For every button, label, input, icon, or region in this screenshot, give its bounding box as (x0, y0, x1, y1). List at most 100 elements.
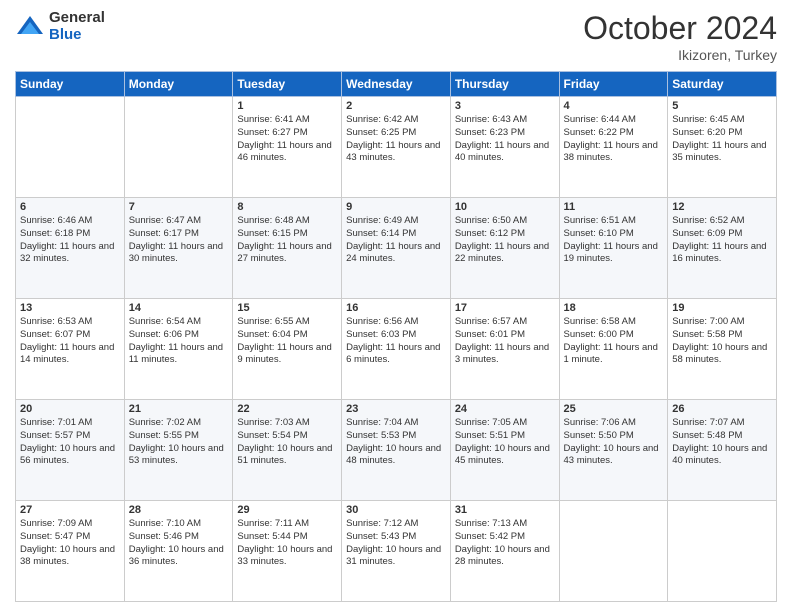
week-row-0: 1 Sunrise: 6:41 AM Sunset: 6:27 PM Daylig… (16, 97, 777, 198)
calendar-body: 1 Sunrise: 6:41 AM Sunset: 6:27 PM Daylig… (16, 97, 777, 602)
header-row: SundayMondayTuesdayWednesdayThursdayFrid… (16, 72, 777, 97)
day-info: Sunrise: 6:46 AM Sunset: 6:18 PM Dayligh… (20, 215, 120, 266)
day-info: Sunrise: 6:44 AM Sunset: 6:22 PM Dayligh… (564, 114, 664, 165)
day-number: 29 (237, 504, 337, 516)
day-cell: 23 Sunrise: 7:04 AM Sunset: 5:53 PM Dayli… (342, 400, 451, 501)
day-number: 7 (129, 201, 229, 213)
day-info: Sunrise: 6:58 AM Sunset: 6:00 PM Dayligh… (564, 316, 664, 367)
day-cell: 2 Sunrise: 6:42 AM Sunset: 6:25 PM Daylig… (342, 97, 451, 198)
day-info: Sunrise: 6:49 AM Sunset: 6:14 PM Dayligh… (346, 215, 446, 266)
day-info: Sunrise: 7:07 AM Sunset: 5:48 PM Dayligh… (672, 417, 772, 468)
day-cell: 13Sunrise: 6:53 AM Sunset: 6:07 PM Dayli… (16, 299, 125, 400)
day-header-wednesday: Wednesday (342, 72, 451, 97)
day-info: Sunrise: 6:56 AM Sunset: 6:03 PM Dayligh… (346, 316, 446, 367)
day-info: Sunrise: 6:57 AM Sunset: 6:01 PM Dayligh… (455, 316, 555, 367)
day-number: 27 (20, 504, 120, 516)
day-cell (668, 501, 777, 602)
day-cell: 3 Sunrise: 6:43 AM Sunset: 6:23 PM Daylig… (450, 97, 559, 198)
day-cell (124, 97, 233, 198)
day-number: 6 (20, 201, 120, 213)
day-info: Sunrise: 6:41 AM Sunset: 6:27 PM Dayligh… (237, 114, 337, 165)
day-header-friday: Friday (559, 72, 668, 97)
week-row-2: 13Sunrise: 6:53 AM Sunset: 6:07 PM Dayli… (16, 299, 777, 400)
logo-blue-text: Blue (49, 27, 105, 44)
day-cell: 12Sunrise: 6:52 AM Sunset: 6:09 PM Dayli… (668, 198, 777, 299)
page: General Blue October 2024 Ikizoren, Turk… (0, 0, 792, 612)
day-number: 20 (20, 403, 120, 415)
day-number: 11 (564, 201, 664, 213)
day-info: Sunrise: 7:03 AM Sunset: 5:54 PM Dayligh… (237, 417, 337, 468)
day-cell: 25 Sunrise: 7:06 AM Sunset: 5:50 PM Dayli… (559, 400, 668, 501)
day-cell: 30 Sunrise: 7:12 AM Sunset: 5:43 PM Dayli… (342, 501, 451, 602)
day-cell: 18 Sunrise: 6:58 AM Sunset: 6:00 PM Dayli… (559, 299, 668, 400)
day-number: 1 (237, 100, 337, 112)
day-number: 13 (20, 302, 120, 314)
day-cell: 27 Sunrise: 7:09 AM Sunset: 5:47 PM Dayli… (16, 501, 125, 602)
day-cell: 1 Sunrise: 6:41 AM Sunset: 6:27 PM Daylig… (233, 97, 342, 198)
day-info: Sunrise: 6:54 AM Sunset: 6:06 PM Dayligh… (129, 316, 229, 367)
day-number: 10 (455, 201, 555, 213)
day-info: Sunrise: 6:47 AM Sunset: 6:17 PM Dayligh… (129, 215, 229, 266)
day-header-monday: Monday (124, 72, 233, 97)
logo: General Blue (15, 10, 105, 43)
day-cell: 4 Sunrise: 6:44 AM Sunset: 6:22 PM Daylig… (559, 97, 668, 198)
day-cell: 9 Sunrise: 6:49 AM Sunset: 6:14 PM Daylig… (342, 198, 451, 299)
day-info: Sunrise: 6:43 AM Sunset: 6:23 PM Dayligh… (455, 114, 555, 165)
title-area: October 2024 Ikizoren, Turkey (583, 10, 777, 63)
day-cell: 17 Sunrise: 6:57 AM Sunset: 6:01 PM Dayli… (450, 299, 559, 400)
day-number: 15 (237, 302, 337, 314)
day-number: 31 (455, 504, 555, 516)
day-number: 19 (672, 302, 772, 314)
day-cell: 6 Sunrise: 6:46 AM Sunset: 6:18 PM Daylig… (16, 198, 125, 299)
day-number: 24 (455, 403, 555, 415)
day-header-sunday: Sunday (16, 72, 125, 97)
day-number: 21 (129, 403, 229, 415)
day-cell (16, 97, 125, 198)
day-number: 16 (346, 302, 446, 314)
day-info: Sunrise: 6:52 AM Sunset: 6:09 PM Dayligh… (672, 215, 772, 266)
day-info: Sunrise: 7:04 AM Sunset: 5:53 PM Dayligh… (346, 417, 446, 468)
day-number: 9 (346, 201, 446, 213)
day-number: 26 (672, 403, 772, 415)
calendar-header: SundayMondayTuesdayWednesdayThursdayFrid… (16, 72, 777, 97)
day-info: Sunrise: 7:09 AM Sunset: 5:47 PM Dayligh… (20, 518, 120, 569)
day-number: 3 (455, 100, 555, 112)
day-info: Sunrise: 6:48 AM Sunset: 6:15 PM Dayligh… (237, 215, 337, 266)
day-number: 17 (455, 302, 555, 314)
day-header-saturday: Saturday (668, 72, 777, 97)
day-cell: 8Sunrise: 6:48 AM Sunset: 6:15 PM Daylig… (233, 198, 342, 299)
day-info: Sunrise: 7:00 AM Sunset: 5:58 PM Dayligh… (672, 316, 772, 367)
day-number: 5 (672, 100, 772, 112)
day-cell: 16 Sunrise: 6:56 AM Sunset: 6:03 PM Dayli… (342, 299, 451, 400)
day-cell: 5Sunrise: 6:45 AM Sunset: 6:20 PM Daylig… (668, 97, 777, 198)
day-info: Sunrise: 6:50 AM Sunset: 6:12 PM Dayligh… (455, 215, 555, 266)
day-number: 25 (564, 403, 664, 415)
day-cell: 14Sunrise: 6:54 AM Sunset: 6:06 PM Dayli… (124, 299, 233, 400)
day-info: Sunrise: 7:12 AM Sunset: 5:43 PM Dayligh… (346, 518, 446, 569)
day-number: 30 (346, 504, 446, 516)
calendar-table: SundayMondayTuesdayWednesdayThursdayFrid… (15, 71, 777, 602)
month-title: October 2024 (583, 10, 777, 47)
day-cell: 19 Sunrise: 7:00 AM Sunset: 5:58 PM Dayli… (668, 299, 777, 400)
day-number: 2 (346, 100, 446, 112)
day-number: 4 (564, 100, 664, 112)
day-info: Sunrise: 7:05 AM Sunset: 5:51 PM Dayligh… (455, 417, 555, 468)
day-info: Sunrise: 7:06 AM Sunset: 5:50 PM Dayligh… (564, 417, 664, 468)
day-cell: 31Sunrise: 7:13 AM Sunset: 5:42 PM Dayli… (450, 501, 559, 602)
day-info: Sunrise: 7:11 AM Sunset: 5:44 PM Dayligh… (237, 518, 337, 569)
day-number: 28 (129, 504, 229, 516)
day-cell: 28 Sunrise: 7:10 AM Sunset: 5:46 PM Dayli… (124, 501, 233, 602)
day-cell: 22 Sunrise: 7:03 AM Sunset: 5:54 PM Dayli… (233, 400, 342, 501)
location: Ikizoren, Turkey (583, 47, 777, 63)
day-number: 22 (237, 403, 337, 415)
day-cell: 10 Sunrise: 6:50 AM Sunset: 6:12 PM Dayli… (450, 198, 559, 299)
day-cell: 29 Sunrise: 7:11 AM Sunset: 5:44 PM Dayli… (233, 501, 342, 602)
day-number: 18 (564, 302, 664, 314)
day-info: Sunrise: 6:55 AM Sunset: 6:04 PM Dayligh… (237, 316, 337, 367)
logo-general-text: General (49, 10, 105, 27)
day-info: Sunrise: 6:42 AM Sunset: 6:25 PM Dayligh… (346, 114, 446, 165)
day-header-tuesday: Tuesday (233, 72, 342, 97)
day-number: 23 (346, 403, 446, 415)
day-info: Sunrise: 7:10 AM Sunset: 5:46 PM Dayligh… (129, 518, 229, 569)
day-cell: 20Sunrise: 7:01 AM Sunset: 5:57 PM Dayli… (16, 400, 125, 501)
